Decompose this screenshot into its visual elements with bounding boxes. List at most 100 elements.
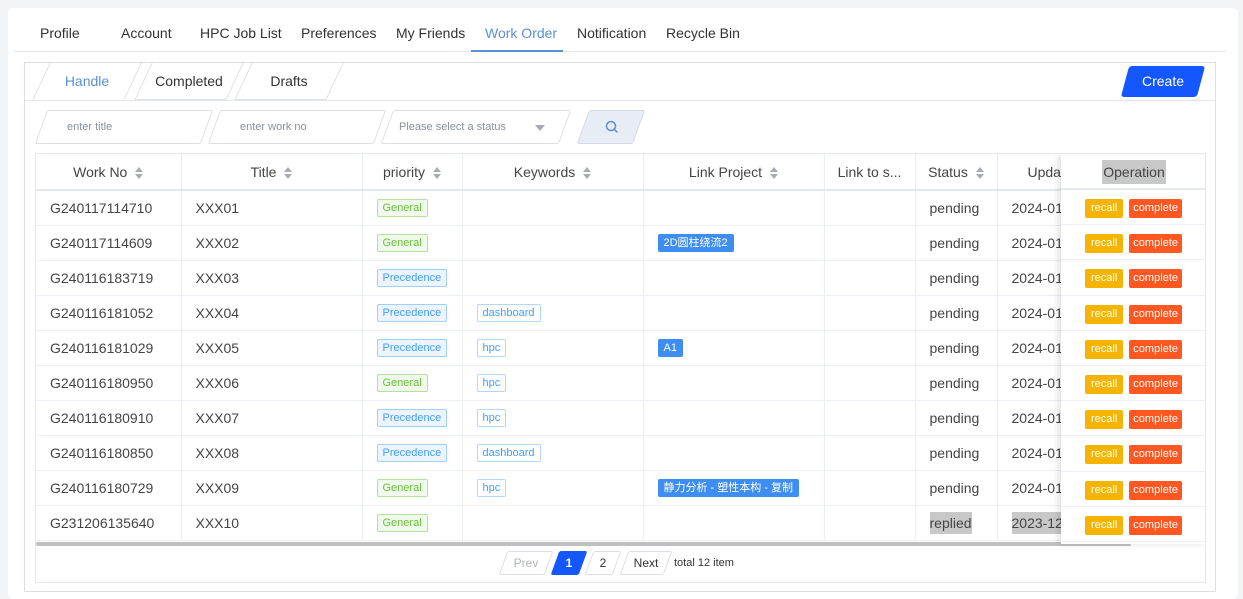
recall-button[interactable]: recall [1085, 339, 1124, 359]
cell-keywords: dashboard [462, 435, 644, 471]
header-status[interactable]: Status [915, 154, 998, 191]
recall-button[interactable]: recall [1085, 445, 1124, 465]
cell-work-no: G240116180950 [36, 365, 182, 401]
complete-button[interactable]: complete [1129, 339, 1182, 359]
tab-preferences[interactable]: Preferences [301, 14, 376, 52]
cell-title: XXX03 [181, 260, 363, 296]
table-row[interactable]: G240117114710 XXX01 General pending 2024-01- [36, 190, 1205, 226]
update-text: 2024-01- [1011, 269, 1068, 286]
operation-cell: recall complete [1061, 225, 1205, 261]
cell-link-to [824, 365, 916, 401]
recall-button[interactable]: recall [1085, 199, 1124, 218]
recall-button[interactable]: recall [1085, 374, 1124, 394]
table-row[interactable]: G240116181029 XXX05 Precedence hpc A1 pending… [36, 330, 1205, 366]
page-2-button[interactable]: 2 [584, 551, 622, 575]
prev-page-button[interactable]: Prev [498, 551, 554, 575]
complete-button[interactable]: complete [1129, 234, 1182, 254]
search-button[interactable] [576, 110, 646, 144]
cell-link-to [824, 505, 916, 541]
complete-button[interactable]: complete [1129, 269, 1182, 289]
recall-button[interactable]: recall [1085, 410, 1124, 430]
title-filter-input[interactable]: enter title [34, 110, 214, 144]
priority-tag: General [376, 514, 428, 532]
search-icon [605, 120, 619, 134]
complete-button[interactable]: complete [1129, 515, 1182, 535]
next-page-button[interactable]: Next [619, 551, 673, 575]
complete-button[interactable]: complete [1129, 480, 1182, 500]
project-tag[interactable]: 静力分析 - 塑性本构 - 复制 [657, 479, 800, 497]
header-priority[interactable]: priority [362, 154, 463, 191]
work-order-table: Work No Title priority Keywords Link Pro… [35, 153, 1206, 583]
table-row[interactable]: G240116181052 XXX04 Precedence dashboard pen… [36, 295, 1205, 331]
tab-work-order[interactable]: Work Order [485, 14, 557, 52]
tab-account[interactable]: Account [121, 14, 172, 52]
complete-button[interactable]: complete [1129, 304, 1182, 324]
project-tag[interactable]: 2D圆柱绕流2 [657, 234, 734, 252]
cell-title: XXX10 [181, 505, 363, 541]
page-1-button[interactable]: 1 [550, 551, 588, 575]
header-title[interactable]: Title [181, 154, 363, 191]
work-no-filter-input[interactable]: enter work no [207, 110, 387, 144]
cell-status: pending [915, 365, 998, 401]
recall-button[interactable]: recall [1085, 234, 1124, 254]
priority-tag: General [376, 479, 428, 497]
tab-recycle-bin[interactable]: Recycle Bin [666, 14, 740, 52]
header-link-project[interactable]: Link Project [643, 154, 825, 191]
status-text: pending [929, 234, 980, 251]
table-row[interactable]: G240117114609 XXX02 General 2D圆柱绕流2 pending 2… [36, 225, 1205, 261]
subtab-handle[interactable]: Handle [32, 63, 142, 100]
recall-button[interactable]: recall [1085, 304, 1124, 324]
status-select[interactable]: Please select a status [380, 110, 572, 144]
sort-icon [135, 166, 144, 179]
header-link-to: Link to s... [824, 154, 916, 191]
operation-column: Operation recall complete recall complete re… [1061, 154, 1205, 544]
subtab-drafts[interactable]: Drafts [234, 63, 344, 100]
complete-button[interactable]: complete [1129, 445, 1182, 465]
tab-hpc-job-list[interactable]: HPC Job List [200, 14, 282, 52]
table-row[interactable]: G240116180950 XXX06 General hpc pending 2024-… [36, 365, 1205, 401]
header-work-no[interactable]: Work No [36, 154, 182, 191]
complete-button[interactable]: complete [1129, 199, 1182, 218]
subtab-completed[interactable]: Completed [134, 63, 244, 100]
update-text: 2024-01- [1011, 304, 1068, 321]
top-tab-bar: Profile Account HPC Job List Preferences… [14, 14, 1226, 52]
cell-work-no: G240116180729 [36, 470, 182, 506]
cell-keywords [462, 260, 644, 296]
tab-profile[interactable]: Profile [40, 14, 80, 52]
operation-cell: recall complete [1061, 507, 1205, 542]
table-row[interactable]: G240116180850 XXX08 Precedence dashboard pen… [36, 435, 1205, 471]
project-tag[interactable]: A1 [657, 339, 683, 357]
header-keywords[interactable]: Keywords [462, 154, 644, 191]
table-row[interactable]: G240116180910 XXX07 Precedence hpc pending 20… [36, 400, 1205, 436]
complete-button[interactable]: complete [1129, 374, 1182, 394]
tab-my-friends[interactable]: My Friends [396, 14, 465, 52]
cell-link-to [824, 400, 916, 436]
chevron-down-icon [535, 125, 545, 131]
horizontal-scrollbar[interactable] [36, 542, 1131, 546]
cell-status: pending [915, 400, 998, 436]
cell-keywords [462, 225, 644, 261]
status-text: pending [929, 304, 980, 321]
create-button[interactable]: Create [1120, 66, 1206, 97]
recall-button[interactable]: recall [1085, 480, 1124, 500]
cell-link-to [824, 435, 916, 471]
update-text: 2024-01- [1011, 479, 1068, 496]
table-row[interactable]: G231206135640 XXX10 General replied 2023-12- [36, 505, 1205, 541]
table-row[interactable]: G240116180729 XXX09 General hpc 静力分析 - 塑性本构 … [36, 470, 1205, 506]
cell-link-to [824, 260, 916, 296]
tab-notification[interactable]: Notification [577, 14, 646, 52]
recall-button[interactable]: recall [1085, 269, 1124, 289]
table-row[interactable]: G240116183719 XXX03 Precedence pending 2024-… [36, 260, 1205, 296]
update-text: 2024-01- [1011, 374, 1068, 391]
cell-link-project [643, 505, 825, 541]
cell-keywords: hpc [462, 365, 644, 401]
table-header-row: Work No Title priority Keywords Link Pro… [36, 154, 1205, 191]
recall-button[interactable]: recall [1085, 515, 1124, 535]
cell-title: XXX06 [181, 365, 363, 401]
update-text: 2024-01- [1011, 234, 1068, 251]
cell-keywords [462, 190, 644, 226]
cell-work-no: G240117114710 [36, 190, 182, 226]
cell-link-project [643, 260, 825, 296]
complete-button[interactable]: complete [1129, 410, 1182, 430]
header-operation: Operation [1061, 154, 1205, 190]
